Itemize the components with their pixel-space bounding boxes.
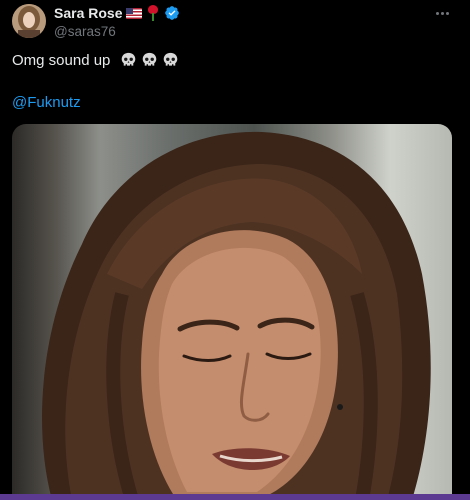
video-frame — [42, 131, 431, 500]
tweet-text-content: Omg sound up — [12, 52, 111, 69]
us-flag-icon — [126, 7, 143, 19]
verified-icon — [165, 6, 180, 20]
mention-link[interactable]: @Fuknutz — [12, 94, 81, 111]
skull-icon — [143, 52, 157, 66]
more-options-icon[interactable] — [432, 6, 452, 20]
tweet[interactable]: Sara Rose @saras76 Omg sound up @Fuknutz — [0, 0, 470, 500]
bottom-edge-bar — [0, 494, 470, 500]
name-row: Sara Rose — [54, 4, 434, 22]
skull-icon — [122, 52, 136, 66]
display-name[interactable]: Sara Rose — [54, 5, 122, 21]
handle[interactable]: @saras76 — [54, 24, 434, 39]
avatar[interactable] — [12, 4, 46, 38]
skull-icon — [164, 52, 178, 66]
video-player[interactable] — [12, 124, 452, 500]
tweet-text: Omg sound up — [12, 52, 179, 69]
rose-icon — [146, 5, 160, 21]
tweet-header: Sara Rose @saras76 — [54, 4, 434, 40]
avatar-photo — [12, 4, 46, 38]
